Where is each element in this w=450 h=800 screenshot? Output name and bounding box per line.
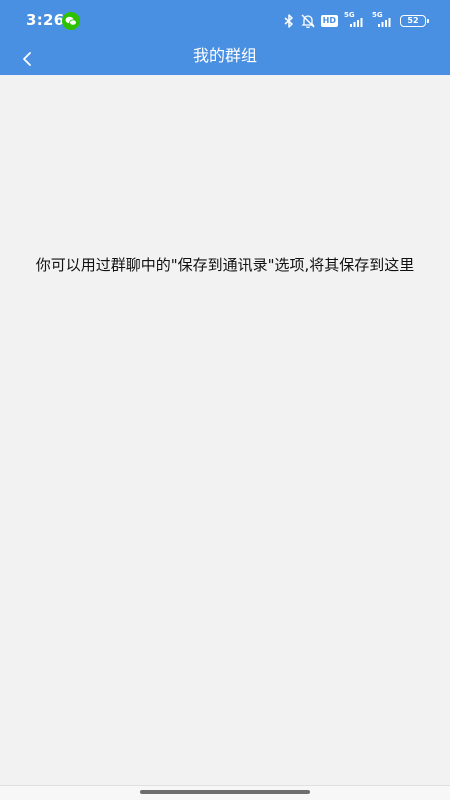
- mute-bell-icon: [301, 14, 315, 28]
- signal-bars-icon: [350, 18, 363, 27]
- hd-badge: HD: [320, 15, 338, 27]
- status-bar: 3:26 HD 5G 5G 52: [0, 0, 450, 42]
- signal-strength-2: 5G: [372, 11, 394, 28]
- bluetooth-icon: [284, 14, 293, 28]
- gesture-bar: [0, 785, 450, 800]
- wechat-icon: [62, 12, 80, 30]
- battery-icon: 52: [400, 15, 429, 27]
- main-content: 你可以用过群聊中的"保存到通讯录"选项,将其保存到这里: [0, 75, 450, 785]
- page-title: 我的群组: [192, 46, 257, 65]
- battery-level: 52: [407, 16, 419, 25]
- title-bar: 我的群组: [0, 42, 450, 75]
- status-icons: HD 5G 5G 52: [283, 11, 429, 30]
- home-indicator[interactable]: [140, 790, 310, 794]
- status-time: 3:26: [26, 11, 65, 29]
- signal-strength-1: 5G: [344, 11, 366, 28]
- empty-state-message: 你可以用过群聊中的"保存到通讯录"选项,将其保存到这里: [35, 256, 415, 274]
- signal-bars-icon: [378, 18, 391, 27]
